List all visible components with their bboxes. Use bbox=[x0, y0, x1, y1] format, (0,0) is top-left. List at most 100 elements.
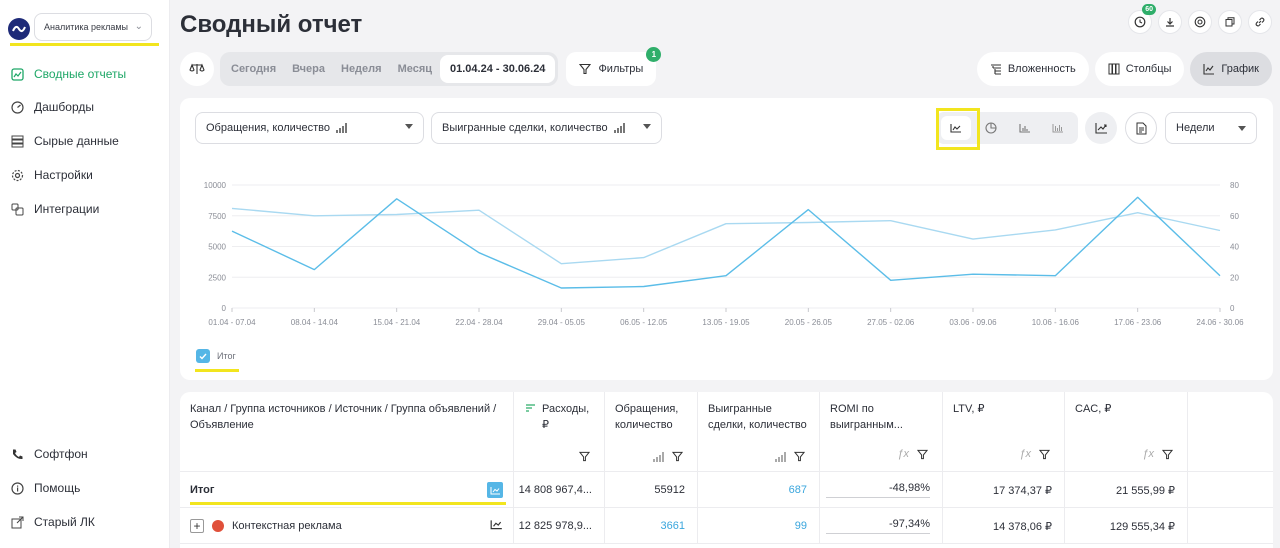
period-today[interactable]: Сегодня bbox=[223, 55, 284, 83]
sidebar-item-label: Настройки bbox=[34, 168, 93, 182]
x-tick-label: 29.04 - 05.05 bbox=[538, 318, 586, 327]
filter-icon[interactable] bbox=[672, 451, 683, 462]
chevron-down-icon: ⌄ bbox=[134, 21, 143, 32]
filter-icon[interactable] bbox=[794, 451, 805, 462]
link-icon bbox=[1255, 17, 1265, 27]
bar-chart-icon bbox=[775, 451, 786, 462]
target-icon bbox=[1194, 16, 1206, 28]
table-row-context-ads[interactable]: + Контекстная реклама 12 825 978,9... 36… bbox=[180, 508, 1273, 544]
period-week[interactable]: Неделя bbox=[333, 55, 390, 83]
column-header-romi[interactable]: ROMI по выигранным... ƒx bbox=[820, 392, 943, 472]
x-tick-label: 01.04 - 07.04 bbox=[208, 318, 256, 327]
sidebar-item-old-account[interactable]: Старый ЛК bbox=[10, 512, 95, 532]
cell-won-deals[interactable]: 687 bbox=[698, 472, 820, 508]
column-header-label: Расходы, ₽ bbox=[542, 403, 590, 431]
sidebar-item-settings[interactable]: Настройки bbox=[10, 165, 93, 185]
sidebar: Аналитика рекламы ⌄ Сводные отчеты Дашбо… bbox=[0, 0, 170, 548]
share-link-button[interactable] bbox=[1248, 10, 1272, 34]
sidebar-item-integrations[interactable]: Интеграции bbox=[10, 199, 99, 219]
cell-spend: 14 808 967,4... bbox=[514, 472, 605, 508]
filter-icon[interactable] bbox=[1162, 449, 1173, 460]
filter-icon[interactable] bbox=[917, 449, 928, 460]
period-toolbar: Сегодня Вчера Неделя Месяц 01.04.24 - 30… bbox=[180, 47, 662, 86]
column-header-label: ROMI по выигранным... bbox=[830, 403, 903, 431]
cell-cac: 129 555,34 ₽ bbox=[1065, 508, 1188, 544]
filters-button[interactable]: Фильтры 1 bbox=[566, 47, 662, 86]
won-deals-link[interactable]: 687 bbox=[789, 484, 807, 496]
highlight-underline bbox=[190, 502, 506, 505]
nesting-button[interactable]: Вложенность bbox=[976, 52, 1089, 86]
cell-requests[interactable]: 3661 bbox=[605, 508, 698, 544]
report-table: Канал / Группа источников / Источник / Г… bbox=[180, 392, 1273, 548]
sidebar-item-raw-data[interactable]: Сырые данные bbox=[10, 131, 119, 151]
account-select-label: Аналитика рекламы bbox=[44, 22, 129, 32]
column-header-label: Выигранные сделки, количество bbox=[708, 403, 807, 431]
row-chart-toggle-icon[interactable] bbox=[490, 519, 503, 533]
won-deals-link[interactable]: 99 bbox=[795, 520, 807, 532]
page-title: Сводный отчет bbox=[180, 11, 363, 38]
chart-toggle-button[interactable]: График bbox=[1190, 52, 1272, 86]
period-yesterday[interactable]: Вчера bbox=[284, 55, 333, 83]
channel-logo-icon bbox=[212, 520, 224, 532]
column-header-channel[interactable]: Канал / Группа источников / Источник / Г… bbox=[180, 392, 514, 472]
sidebar-item-reports[interactable]: Сводные отчеты bbox=[10, 64, 126, 84]
nesting-icon bbox=[990, 63, 1002, 75]
column-header-label: Канал / Группа источников / Источник / Г… bbox=[190, 403, 497, 431]
requests-link[interactable]: 3661 bbox=[661, 520, 685, 532]
cell-cac: 21 555,99 ₽ bbox=[1065, 472, 1188, 508]
row-name: Итог bbox=[190, 484, 215, 496]
column-header-spend[interactable]: Расходы, ₽ bbox=[514, 392, 605, 472]
sidebar-item-help[interactable]: Помощь bbox=[10, 478, 80, 498]
y-left-tick-label: 7500 bbox=[208, 212, 226, 221]
date-range-picker[interactable]: 01.04.24 - 30.06.24 bbox=[440, 55, 556, 83]
integrations-icon bbox=[10, 202, 24, 216]
cell-requests: 55912 bbox=[605, 472, 698, 508]
column-header-won-deals[interactable]: Выигранные сделки, количество bbox=[698, 392, 820, 472]
copy-icon bbox=[1225, 17, 1235, 27]
sort-icon bbox=[526, 404, 535, 412]
sidebar-item-label: Интеграции bbox=[34, 202, 100, 216]
filter-icon[interactable] bbox=[1039, 449, 1050, 460]
x-tick-label: 20.05 - 26.05 bbox=[785, 318, 833, 327]
columns-button[interactable]: Столбцы bbox=[1094, 52, 1185, 86]
copy-button[interactable] bbox=[1218, 10, 1242, 34]
column-header-requests[interactable]: Обращения, количество bbox=[605, 392, 698, 472]
sidebar-item-dashboards[interactable]: Дашборды bbox=[10, 97, 94, 117]
y-right-tick-label: 0 bbox=[1230, 304, 1235, 313]
legend-checkbox[interactable] bbox=[196, 349, 210, 363]
goals-button[interactable] bbox=[1188, 10, 1212, 34]
bar-chart-icon bbox=[653, 451, 664, 462]
row-chart-toggle-icon[interactable] bbox=[487, 482, 503, 498]
formula-icon: ƒx bbox=[1019, 448, 1031, 460]
cell-won-deals[interactable]: 99 bbox=[698, 508, 820, 544]
sidebar-item-label: Дашборды bbox=[34, 100, 94, 114]
expand-plus-icon[interactable]: + bbox=[190, 519, 204, 533]
period-month[interactable]: Месяц bbox=[390, 55, 440, 83]
sidebar-item-softphone[interactable]: Софтфон bbox=[10, 444, 88, 464]
filter-icon[interactable] bbox=[579, 451, 590, 462]
formula-icon: ƒx bbox=[1142, 448, 1154, 460]
cell-ltv: 14 378,06 ₽ bbox=[943, 508, 1065, 544]
x-tick-label: 13.05 - 19.05 bbox=[702, 318, 750, 327]
column-header-empty bbox=[1188, 392, 1273, 472]
x-tick-label: 06.05 - 12.05 bbox=[620, 318, 668, 327]
download-button[interactable] bbox=[1158, 10, 1182, 34]
cell-romi: -48,98% bbox=[820, 472, 943, 508]
compare-button[interactable] bbox=[180, 52, 214, 86]
y-right-tick-label: 60 bbox=[1230, 212, 1239, 221]
column-header-cac[interactable]: CAC, ₽ ƒx bbox=[1065, 392, 1188, 472]
columns-label: Столбцы bbox=[1125, 63, 1172, 75]
line-chart: 10000 7500 5000 2500 0 80 60 40 20 0 01.04 - 07.04… bbox=[204, 181, 1244, 327]
history-button[interactable]: 60 bbox=[1128, 4, 1156, 34]
y-right-tick-label: 40 bbox=[1230, 243, 1239, 252]
series-line-1 bbox=[231, 196, 1221, 289]
column-header-ltv[interactable]: LTV, ₽ ƒx bbox=[943, 392, 1065, 472]
y-left-tick-label: 5000 bbox=[208, 243, 226, 252]
view-buttons: Вложенность Столбцы График bbox=[976, 52, 1272, 86]
account-select[interactable]: Аналитика рекламы ⌄ bbox=[34, 13, 152, 41]
y-left-tick-label: 0 bbox=[222, 304, 227, 313]
x-tick-label: 08.04 - 14.04 bbox=[291, 318, 339, 327]
brand-logo-icon[interactable] bbox=[8, 18, 30, 40]
x-tick-label: 17.06 - 23.06 bbox=[1114, 318, 1162, 327]
row-name-cell: + Контекстная реклама bbox=[180, 508, 514, 544]
